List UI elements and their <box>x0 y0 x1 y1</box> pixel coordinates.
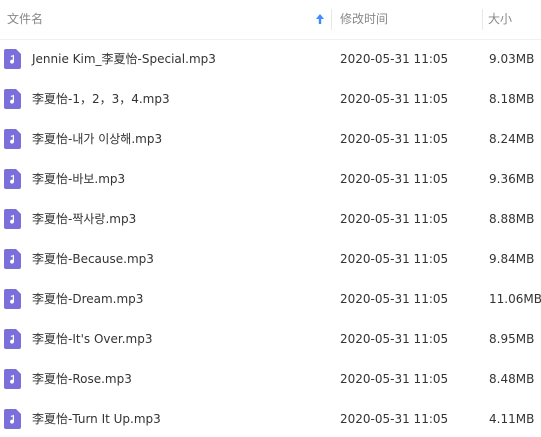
file-modified: 2020-05-31 11:05 <box>340 332 449 346</box>
column-header-name[interactable]: 文件名 <box>0 0 331 39</box>
file-name[interactable]: 李夏怡-1，2，3，4.mp3 <box>32 79 170 119</box>
file-modified: 2020-05-31 11:05 <box>340 372 449 386</box>
file-list: 文件名 修改时间 大小 Jennie Kim_李夏怡-Special.mp3 2… <box>0 0 541 437</box>
audio-file-icon <box>4 169 21 189</box>
file-size: 8.48MB <box>489 372 535 386</box>
audio-file-icon <box>4 129 21 149</box>
file-modified: 2020-05-31 11:05 <box>340 412 449 426</box>
audio-file-icon <box>4 89 21 109</box>
audio-file-icon <box>4 369 21 389</box>
file-row[interactable]: 李夏怡-Rose.mp3 2020-05-31 11:05 8.48MB <box>0 359 541 399</box>
file-row[interactable]: 李夏怡-짝사랑.mp3 2020-05-31 11:05 8.88MB <box>0 199 541 239</box>
file-size: 9.36MB <box>489 172 535 186</box>
file-row[interactable]: 李夏怡-1，2，3，4.mp3 2020-05-31 11:05 8.18MB <box>0 79 541 119</box>
file-modified: 2020-05-31 11:05 <box>340 212 449 226</box>
file-modified: 2020-05-31 11:05 <box>340 52 449 66</box>
file-modified: 2020-05-31 11:05 <box>340 172 449 186</box>
audio-file-icon <box>4 409 21 429</box>
file-modified: 2020-05-31 11:05 <box>340 252 449 266</box>
audio-file-icon <box>4 289 21 309</box>
file-modified: 2020-05-31 11:05 <box>340 132 449 146</box>
file-size: 8.88MB <box>489 212 535 226</box>
file-modified: 2020-05-31 11:05 <box>340 92 449 106</box>
file-row[interactable]: 李夏怡-Dream.mp3 2020-05-31 11:05 11.06MB <box>0 279 541 319</box>
file-size: 9.84MB <box>489 252 535 266</box>
file-name[interactable]: 李夏怡-It's Over.mp3 <box>32 319 152 359</box>
audio-file-icon <box>4 329 21 349</box>
file-name[interactable]: 李夏怡-바보.mp3 <box>32 159 125 199</box>
file-name[interactable]: 李夏怡-Because.mp3 <box>32 239 154 279</box>
column-header-modified-label: 修改时间 <box>340 12 389 26</box>
file-list-header: 文件名 修改时间 大小 <box>0 0 541 40</box>
file-modified: 2020-05-31 11:05 <box>340 292 449 306</box>
file-name[interactable]: Jennie Kim_李夏怡-Special.mp3 <box>32 39 216 79</box>
column-header-size[interactable]: 大小 <box>482 0 541 39</box>
file-size: 4.11MB <box>489 412 535 426</box>
file-size: 8.24MB <box>489 132 535 146</box>
file-name[interactable]: 李夏怡-짝사랑.mp3 <box>32 199 136 239</box>
column-header-size-label: 大小 <box>488 12 513 26</box>
file-row[interactable]: 李夏怡-바보.mp3 2020-05-31 11:05 9.36MB <box>0 159 541 199</box>
file-size: 8.18MB <box>489 92 535 106</box>
file-name[interactable]: 李夏怡-Rose.mp3 <box>32 359 132 399</box>
sort-ascending-arrow-icon[interactable] <box>315 13 325 25</box>
file-size: 11.06MB <box>489 292 541 306</box>
column-header-modified[interactable]: 修改时间 <box>331 0 482 39</box>
audio-file-icon <box>4 249 21 269</box>
file-name[interactable]: 李夏怡-내가 이상해.mp3 <box>32 119 162 159</box>
file-name[interactable]: 李夏怡-Turn It Up.mp3 <box>32 399 161 437</box>
audio-file-icon <box>4 209 21 229</box>
file-size: 8.95MB <box>489 332 535 346</box>
audio-file-icon <box>4 49 21 69</box>
file-name[interactable]: 李夏怡-Dream.mp3 <box>32 279 143 319</box>
file-row[interactable]: 李夏怡-Because.mp3 2020-05-31 11:05 9.84MB <box>0 239 541 279</box>
column-header-name-label: 文件名 <box>7 12 44 26</box>
file-row[interactable]: 李夏怡-내가 이상해.mp3 2020-05-31 11:05 8.24MB <box>0 119 541 159</box>
file-row[interactable]: 李夏怡-Turn It Up.mp3 2020-05-31 11:05 4.11… <box>0 399 541 437</box>
file-row[interactable]: 李夏怡-It's Over.mp3 2020-05-31 11:05 8.95M… <box>0 319 541 359</box>
file-size: 9.03MB <box>489 52 535 66</box>
file-rows: Jennie Kim_李夏怡-Special.mp3 2020-05-31 11… <box>0 39 541 437</box>
file-row[interactable]: Jennie Kim_李夏怡-Special.mp3 2020-05-31 11… <box>0 39 541 79</box>
